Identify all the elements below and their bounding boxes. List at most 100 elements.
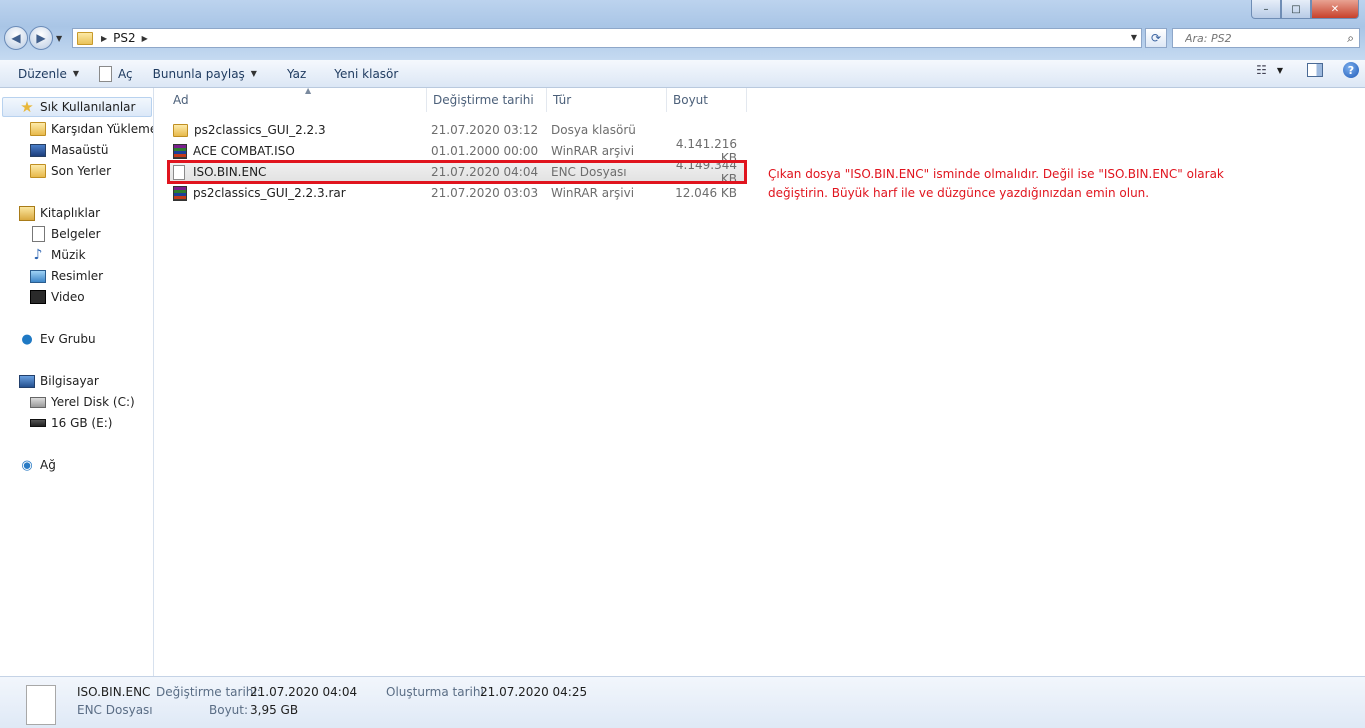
file-type: ENC Dosyası	[551, 165, 627, 179]
libraries-icon	[19, 205, 35, 221]
file-icon	[173, 164, 185, 180]
navigation-pane: ★ Sık Kullanılanlar Karşıdan Yüklemeler …	[0, 88, 154, 676]
nav-buttons: ◀ ▶ ▼	[4, 26, 62, 50]
file-size: 4.149.344 KB	[675, 158, 737, 186]
address-dropdown-icon[interactable]: ▼	[1131, 33, 1137, 42]
change-view-icon[interactable]: ☷	[1256, 63, 1267, 77]
file-date: 21.07.2020 04:04	[431, 165, 539, 179]
computer-icon	[19, 373, 35, 389]
details-modified-value: 21.07.2020 04:04	[250, 685, 358, 699]
nav-item-pictures[interactable]: Resimler	[30, 266, 103, 286]
file-icon	[26, 685, 56, 725]
details-file-name: ISO.BIN.ENC	[77, 685, 151, 699]
details-size-value: 3,95 GB	[250, 703, 299, 717]
chevron-down-icon: ▼	[72, 69, 80, 78]
chevron-down-icon: ▼	[250, 69, 257, 78]
window-controls: – □ ✕	[1251, 0, 1359, 19]
column-header-name[interactable]: Ad ▲	[167, 86, 427, 112]
organize-button[interactable]: Düzenle ▼	[0, 62, 89, 86]
file-row-selected[interactable]: ISO.BIN.ENC 21.07.2020 04:04 ENC Dosyası…	[167, 158, 747, 186]
nav-item-documents[interactable]: Belgeler	[30, 224, 101, 244]
close-button[interactable]: ✕	[1311, 0, 1359, 19]
search-input[interactable]	[1183, 30, 1337, 46]
view-dropdown-icon[interactable]: ▼	[1277, 66, 1283, 75]
nav-label: Video	[51, 290, 85, 304]
nav-item-favorites[interactable]: ★ Sık Kullanılanlar	[2, 97, 152, 117]
annotation-line: değiştirin. Büyük harf ile ve düzgünce y…	[768, 186, 1150, 200]
file-date: 21.07.2020 03:12	[431, 123, 539, 137]
refresh-icon: ⟳	[1150, 31, 1162, 45]
nav-label: Masaüstü	[51, 143, 109, 157]
nav-label: Resimler	[51, 269, 104, 283]
nav-item-video[interactable]: Video	[30, 287, 85, 307]
music-icon: ♪	[33, 247, 43, 263]
back-arrow-icon: ◀	[11, 31, 21, 45]
folder-icon	[173, 123, 188, 137]
network-icon: ◉	[21, 457, 33, 473]
refresh-button[interactable]: ⟳	[1145, 28, 1167, 48]
nav-item-music[interactable]: ♪ Müzik	[30, 245, 86, 265]
folder-icon	[77, 31, 93, 45]
column-header-type[interactable]: Tür	[547, 88, 667, 112]
nav-item-desktop[interactable]: Masaüstü	[30, 140, 108, 160]
file-list: Ad ▲ Değiştirme tarihi Tür Boyut ps2clas…	[155, 86, 1365, 676]
nav-label: Ev Grubu	[40, 332, 96, 346]
file-row[interactable]: ps2classics_GUI_2.2.3.rar 21.07.2020 03:…	[167, 183, 747, 203]
open-button[interactable]: Aç	[89, 62, 143, 86]
maximize-button[interactable]: □	[1281, 0, 1311, 19]
column-header-size[interactable]: Boyut	[667, 88, 747, 112]
file-row[interactable]: ps2classics_GUI_2.2.3 21.07.2020 03:12 D…	[167, 120, 747, 140]
details-modified-label: Değiştirme tarihi:	[156, 685, 261, 699]
minimize-button[interactable]: –	[1251, 0, 1281, 19]
nav-item-recent[interactable]: Son Yerler	[30, 161, 111, 181]
nav-item-usb[interactable]: 16 GB (E:)	[30, 413, 112, 433]
print-button[interactable]: Yaz	[267, 62, 316, 86]
column-label: Tür	[553, 93, 572, 107]
preview-pane-icon[interactable]	[1307, 63, 1323, 77]
nav-item-network[interactable]: ◉ Ağ	[19, 455, 56, 475]
nav-label: Karşıdan Yüklemeler	[51, 122, 153, 136]
forward-button[interactable]: ▶	[29, 26, 53, 50]
file-size: 12.046 KB	[675, 186, 737, 200]
nav-label: Sık Kullanılanlar	[40, 100, 136, 114]
back-button[interactable]: ◀	[4, 26, 28, 50]
details-created-value: 21.07.2020 04:25	[480, 685, 588, 699]
help-icon[interactable]: ?	[1343, 62, 1359, 78]
pictures-icon	[30, 268, 46, 284]
column-label: Değiştirme tarihi	[433, 93, 534, 107]
star-icon: ★	[20, 98, 34, 116]
new-folder-button[interactable]: Yeni klasör	[316, 62, 408, 86]
nav-item-computer[interactable]: Bilgisayar	[19, 371, 99, 391]
downloads-folder-icon	[30, 121, 46, 137]
sort-ascending-icon: ▲	[305, 86, 312, 95]
column-header-date[interactable]: Değiştirme tarihi	[427, 88, 547, 112]
share-button[interactable]: Bununla paylaş ▼	[143, 62, 267, 86]
documents-icon	[30, 226, 46, 242]
nav-label: Yerel Disk (C:)	[51, 395, 135, 409]
file-name: ps2classics_GUI_2.2.3.rar	[193, 186, 346, 200]
share-label: Bununla paylaş	[152, 66, 245, 81]
file-name: ACE COMBAT.ISO	[193, 144, 295, 158]
file-row[interactable]: ACE COMBAT.ISO 01.01.2000 00:00 WinRAR a…	[167, 137, 747, 165]
annotation-line: Çıkan dosya "ISO.BIN.ENC" isminde olmalı…	[768, 167, 1224, 181]
file-date: 21.07.2020 03:03	[431, 186, 539, 200]
breadcrumb-separator-icon[interactable]: ▶	[101, 34, 107, 43]
forward-arrow-icon: ▶	[36, 31, 46, 45]
breadcrumb-separator-icon[interactable]: ▶	[142, 34, 148, 43]
search-box[interactable]: ⌕	[1172, 28, 1360, 48]
details-size-label: Boyut:	[209, 703, 249, 717]
details-file-type: ENC Dosyası	[77, 703, 153, 717]
breadcrumb-ps2[interactable]: PS2	[113, 31, 136, 45]
nav-item-libraries[interactable]: Kitaplıklar	[19, 203, 100, 223]
nav-item-homegroup[interactable]: ● Ev Grubu	[19, 329, 96, 349]
recent-pages-dropdown[interactable]: ▼	[56, 34, 62, 43]
organize-label: Düzenle	[18, 66, 67, 81]
title-bar: – □ ✕ ◀ ▶ ▼ ▶ PS2 ▶ ▼ ⟳ ⌕	[0, 0, 1365, 60]
nav-item-local-disk[interactable]: Yerel Disk (C:)	[30, 392, 135, 412]
column-label: Ad	[173, 93, 189, 107]
hard-disk-icon	[30, 394, 46, 410]
nav-item-downloads[interactable]: Karşıdan Yüklemeler	[30, 119, 153, 139]
print-label: Yaz	[286, 66, 307, 81]
address-bar[interactable]: ▶ PS2 ▶ ▼	[72, 28, 1142, 48]
search-icon[interactable]: ⌕	[1347, 31, 1354, 46]
